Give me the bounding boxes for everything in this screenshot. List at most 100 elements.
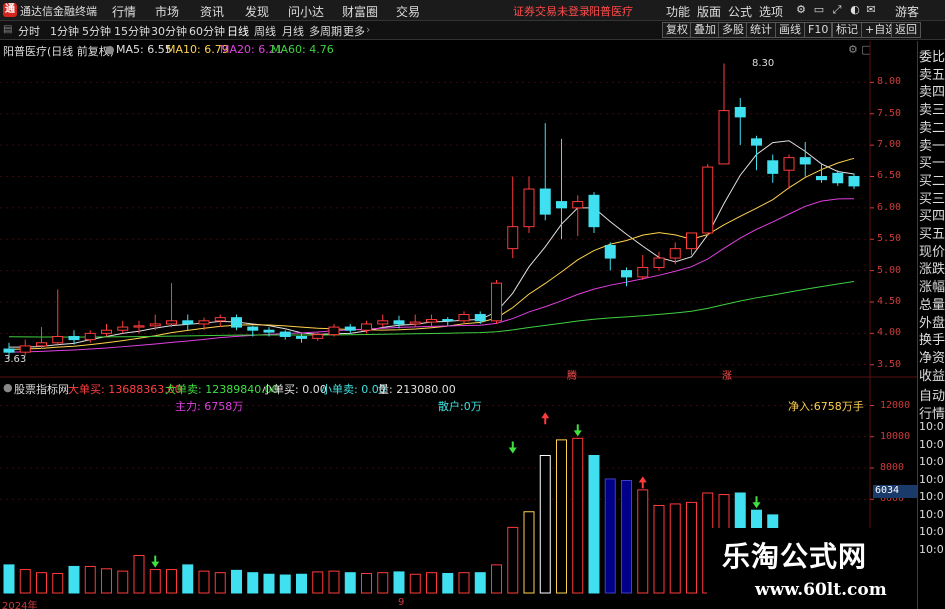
message-icon[interactable]: ✉ — [862, 2, 880, 18]
menu-hangqing[interactable]: 行情 — [112, 3, 136, 20]
side-tick-label: 行情 — [919, 406, 945, 422]
menu-banmian[interactable]: 版面 — [697, 3, 721, 20]
chevron-right-icon[interactable]: › — [366, 23, 370, 36]
side-label: 涨幅 — [919, 280, 945, 296]
tile-icon[interactable]: ▭ — [810, 2, 828, 18]
back-button[interactable]: 返回 — [891, 22, 921, 38]
volume-bar — [621, 480, 632, 594]
tab-60min[interactable]: 60分钟 — [189, 23, 225, 39]
volume-bar — [36, 572, 47, 594]
candle-body — [816, 175, 827, 181]
volume-bar — [523, 511, 535, 594]
side-label: 净资 — [919, 350, 945, 366]
menu-caifuquan[interactable]: 财富圈 — [342, 3, 378, 20]
volume-bar — [182, 564, 194, 594]
title-bar: 通 通达信金融终端 行情 市场 资讯 发现 问小达 财富圈 交易 证券交易未登录… — [0, 0, 945, 21]
candle-body — [702, 166, 714, 234]
volume-bar — [377, 572, 389, 594]
volume-bar — [149, 569, 161, 594]
candle-body — [718, 110, 730, 165]
fuquan-button[interactable]: 复权 — [662, 22, 692, 38]
menu-xuanxiang[interactable]: 选项 — [759, 3, 783, 20]
side-label: 总量 — [919, 297, 945, 313]
menu-jiaoyi[interactable]: 交易 — [396, 3, 420, 20]
tab-15min[interactable]: 15分钟 — [114, 23, 150, 39]
low-price-label: 3.63 — [4, 354, 27, 365]
volume-bar — [328, 570, 340, 594]
volume-bar — [117, 570, 129, 594]
volume-bar — [539, 455, 551, 594]
menu-shichang[interactable]: 市场 — [155, 3, 179, 20]
price-tick-label: 4.50 — [877, 295, 902, 307]
duogu-button[interactable]: 多股 — [718, 22, 748, 38]
settings-icon[interactable]: ⚙ — [792, 2, 810, 18]
menu-zixun[interactable]: 资讯 — [200, 3, 224, 20]
side-label: 卖一 — [919, 138, 945, 154]
guest-user[interactable]: 游客 — [895, 3, 919, 20]
candle-body — [604, 245, 616, 259]
app-logo-icon: 通 — [3, 3, 17, 17]
volume-bar — [133, 555, 145, 594]
signal-marker-teng: 腾 — [567, 371, 577, 382]
candle-body — [377, 320, 389, 325]
volume-bar — [312, 571, 324, 594]
menu-faxian[interactable]: 发现 — [245, 3, 269, 20]
candle-body — [621, 270, 632, 278]
volume-bar — [442, 572, 454, 594]
indicator-volume: 量: 213080.00 — [378, 383, 456, 396]
candle-body — [832, 172, 844, 184]
volume-bar — [247, 572, 259, 594]
candle-body — [507, 226, 519, 250]
f10-button[interactable]: F10 — [804, 22, 833, 38]
diejia-button[interactable]: 叠加 — [690, 22, 720, 38]
indicator-label: 股票指标网 — [14, 383, 69, 396]
candle-body — [52, 335, 64, 344]
volume-bar — [409, 573, 421, 594]
menu-wenxiaoda[interactable]: 问小达 — [288, 3, 324, 20]
list-icon[interactable]: ▤ — [3, 24, 12, 35]
side-tick-label: 10:0 — [919, 542, 944, 556]
tab-30min[interactable]: 30分钟 — [151, 23, 187, 39]
ma-line-60 — [8, 281, 855, 338]
volume-bar — [458, 572, 470, 594]
menu-gongshi[interactable]: 公式 — [728, 3, 752, 20]
down-arrow-icon — [752, 496, 761, 509]
tongji-button[interactable]: 统计 — [746, 22, 776, 38]
tab-1min[interactable]: 1分钟 — [50, 23, 79, 39]
period-toolbar: ▤ 分时 1分钟 5分钟 15分钟 30分钟 60分钟 日线 周线 月线 多周期… — [0, 21, 945, 40]
tab-multi-period[interactable]: 多周期 — [309, 23, 342, 39]
candle-body — [3, 348, 15, 353]
current-stock[interactable]: 阳普医疗 — [589, 3, 633, 19]
x-label-month: 9 — [398, 597, 405, 608]
tab-day[interactable]: 日线 — [227, 23, 249, 39]
tab-week[interactable]: 周线 — [254, 23, 276, 39]
candle-body — [214, 317, 226, 322]
indicator-small-buy: 小单买: 0.00 — [262, 383, 327, 396]
candle-body — [848, 175, 860, 187]
side-tick-label: 10:0 — [919, 472, 944, 486]
huaxian-button[interactable]: 画线 — [775, 22, 805, 38]
candle-body — [68, 335, 80, 341]
indicator-settings-icon[interactable]: ● — [3, 381, 13, 394]
volume-bar — [474, 572, 486, 594]
candle-body — [491, 282, 502, 322]
login-status[interactable]: 证券交易未登录 — [513, 3, 590, 19]
candle-body — [182, 320, 194, 325]
kline-chart[interactable] — [0, 41, 917, 609]
biaoji-button[interactable]: 标记 — [832, 22, 862, 38]
jingru-label: 净入:6758万手 — [788, 400, 864, 413]
volume-bar — [393, 571, 405, 594]
menu-gongneng[interactable]: 功能 — [666, 3, 690, 20]
candle-body — [767, 160, 779, 174]
candle-body — [539, 188, 551, 215]
candle-body — [198, 320, 210, 325]
tab-fenshi[interactable]: 分时 — [18, 23, 40, 39]
tab-5min[interactable]: 5分钟 — [82, 23, 111, 39]
volume-bar — [101, 568, 112, 594]
price-tick-label: 5.00 — [877, 264, 902, 276]
volume-bar — [426, 572, 437, 594]
tab-month[interactable]: 月线 — [282, 23, 304, 39]
fullscreen-icon[interactable]: ⤢ — [828, 2, 846, 18]
tab-more[interactable]: 更多 — [343, 23, 365, 39]
down-arrow-icon — [508, 441, 517, 454]
